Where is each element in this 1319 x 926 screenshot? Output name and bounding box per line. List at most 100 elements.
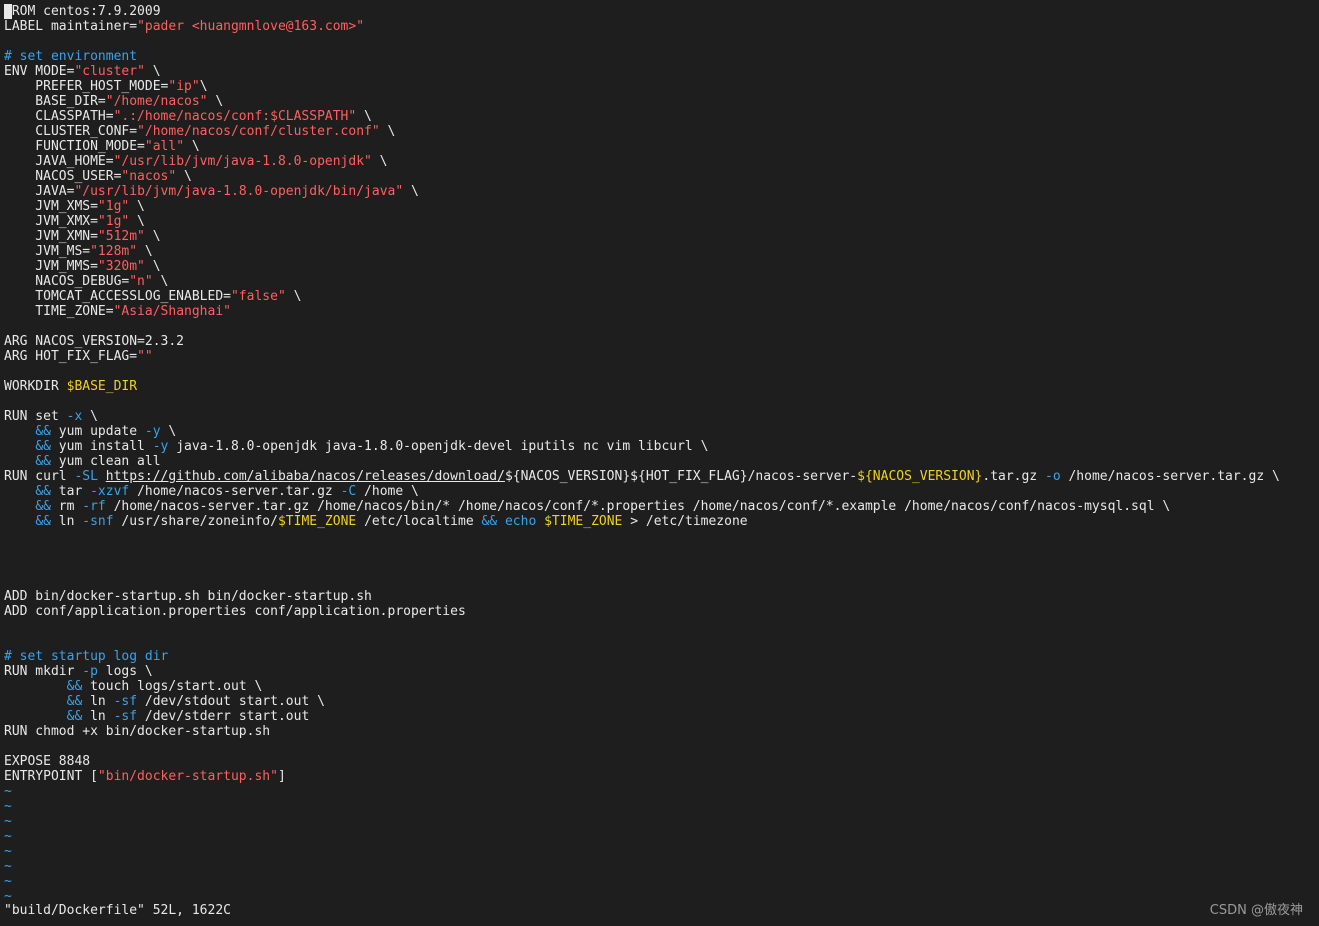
code-token: \	[144, 259, 161, 274]
code-token: "pader <huangmnlove@163.com>"	[137, 19, 365, 34]
code-token: \	[176, 169, 192, 184]
code-line: JAVA_HOME="/usr/lib/jvm/java-1.8.0-openj…	[4, 154, 387, 169]
code-token: \	[144, 229, 161, 244]
csdn-watermark: CSDN @傲夜神	[1209, 903, 1303, 918]
code-token: /home/nacos-server.tar.gz \	[1060, 469, 1280, 484]
code-token: "nacos"	[121, 169, 177, 184]
code-token: &&	[481, 514, 498, 529]
code-token: JVM_MMS=	[4, 259, 98, 274]
code-token: /dev/stdout start.out \	[137, 694, 325, 709]
code-token: -y	[152, 439, 169, 454]
code-token: yum clean all	[50, 454, 161, 469]
code-token: /etc/localtime	[356, 514, 482, 529]
code-line: WORKDIR $BASE_DIR	[4, 379, 137, 394]
code-token: JVM_XMS=	[4, 199, 98, 214]
code-line: FROM centos:7.9.2009	[4, 4, 161, 19]
code-token: FUNCTION_MODE=	[4, 139, 145, 154]
code-token: "all"	[144, 139, 185, 154]
code-line: # set startup log dir	[4, 649, 168, 664]
code-line: JVM_XMX="1g" \	[4, 214, 145, 229]
code-line: RUN mkdir -p logs \	[4, 664, 153, 679]
code-token: /home/nacos-server.tar.gz	[129, 484, 341, 499]
code-line: ARG HOT_FIX_FLAG=""	[4, 349, 153, 364]
terminal-window[interactable]: FROM centos:7.9.2009 LABEL maintainer="pa…	[0, 0, 1319, 926]
code-token: -sf	[113, 709, 138, 724]
code-token: java-1.8.0-openjdk java-1.8.0-openjdk-de…	[168, 439, 709, 454]
code-token: JVM_MS=	[4, 244, 91, 259]
code-line: EXPOSE 8848	[4, 754, 90, 769]
code-token: &&	[35, 499, 51, 514]
code-token: NACOS_USER=	[4, 169, 122, 184]
code-token: ENV MODE=	[4, 64, 75, 79]
code-token: -rf	[82, 499, 106, 514]
code-token: &&	[66, 694, 83, 709]
code-line: # set environment	[4, 49, 137, 64]
code-token: CLUSTER_CONF=	[4, 124, 138, 139]
tilde-marker: ~	[4, 844, 12, 859]
code-token: -o	[1045, 469, 1061, 484]
code-token: &&	[35, 484, 51, 499]
code-token[interactable]: https://github.com/alibaba/nacos/release…	[106, 469, 505, 484]
code-token: JVM_XMX=	[4, 214, 98, 229]
code-token: &&	[35, 439, 51, 454]
code-line: && rm -rf /home/nacos-server.tar.gz /hom…	[4, 499, 1170, 514]
code-line: LABEL maintainer="pader <huangmnlove@163…	[4, 19, 364, 34]
code-token: NACOS_DEBUG=	[4, 274, 130, 289]
code-token: RUN mkdir	[4, 664, 83, 679]
code-token: "/home/nacos/conf/cluster.conf"	[137, 124, 380, 139]
code-token: ADD bin/docker-startup.sh bin/docker-sta…	[4, 589, 372, 604]
code-token: -snf	[82, 514, 114, 529]
code-line: JAVA="/usr/lib/jvm/java-1.8.0-openjdk/bi…	[4, 184, 419, 199]
code-token: TIME_ZONE=	[4, 304, 114, 319]
code-token: -sf	[113, 694, 138, 709]
code-token: $TIME_ZONE	[544, 514, 623, 529]
code-token: ARG HOT_FIX_FLAG=	[4, 349, 138, 364]
code-line: TOMCAT_ACCESSLOG_ENABLED="false" \	[4, 289, 301, 304]
code-token: yum install	[50, 439, 153, 454]
code-token: -x	[66, 409, 83, 424]
code-token: LABEL maintainer=	[4, 19, 138, 34]
code-token: ${NACOS_VERSION}	[857, 469, 983, 484]
tilde-marker: ~	[4, 799, 12, 814]
code-token: &&	[66, 679, 83, 694]
code-token: "/home/nacos"	[105, 94, 208, 109]
code-token: "320m"	[97, 259, 145, 274]
code-token: ${NACOS_VERSION}${HOT_FIX_FLAG}/nacos-se…	[504, 469, 858, 484]
code-token: RUN curl	[4, 469, 75, 484]
code-line: && ln -sf /dev/stdout start.out \	[4, 694, 325, 709]
code-token: ENTRYPOINT [	[4, 769, 98, 784]
code-token: \	[184, 139, 200, 154]
code-token: logs \	[97, 664, 153, 679]
code-token: -SL	[74, 469, 98, 484]
code-line: PREFER_HOST_MODE="ip"\	[4, 79, 208, 94]
code-line: && ln -snf /usr/share/zoneinfo/$TIME_ZON…	[4, 514, 747, 529]
code-token: \	[207, 94, 224, 109]
code-token: ""	[137, 349, 153, 364]
code-token: # set environment	[4, 49, 138, 64]
code-token: \	[379, 124, 396, 139]
code-token: RUN set	[4, 409, 67, 424]
code-token: $BASE_DIR	[66, 379, 138, 394]
code-token: "false"	[230, 289, 286, 304]
code-line: NACOS_DEBUG="n" \	[4, 274, 168, 289]
code-token: ARG NACOS_VERSION=2.3.2	[4, 334, 185, 349]
code-token: &&	[35, 424, 51, 439]
tilde-marker: ~	[4, 859, 12, 874]
code-token: \	[199, 79, 208, 94]
code-token: /home/nacos-server.tar.gz /home/nacos/bi…	[105, 499, 1171, 514]
code-token: -xzvf	[90, 484, 130, 499]
code-token: ln	[82, 694, 114, 709]
code-token: -p	[82, 664, 98, 679]
code-token: /home \	[356, 484, 419, 499]
code-line: RUN set -x \	[4, 409, 98, 424]
code-token: JVM_XMN=	[4, 229, 98, 244]
code-token: \	[403, 184, 419, 199]
code-line: BASE_DIR="/home/nacos" \	[4, 94, 223, 109]
code-token: "cluster"	[74, 64, 145, 79]
code-token: ]	[277, 769, 286, 784]
code-line: && ln -sf /dev/stderr start.out	[4, 709, 310, 724]
code-token: .tar.gz	[982, 469, 1045, 484]
